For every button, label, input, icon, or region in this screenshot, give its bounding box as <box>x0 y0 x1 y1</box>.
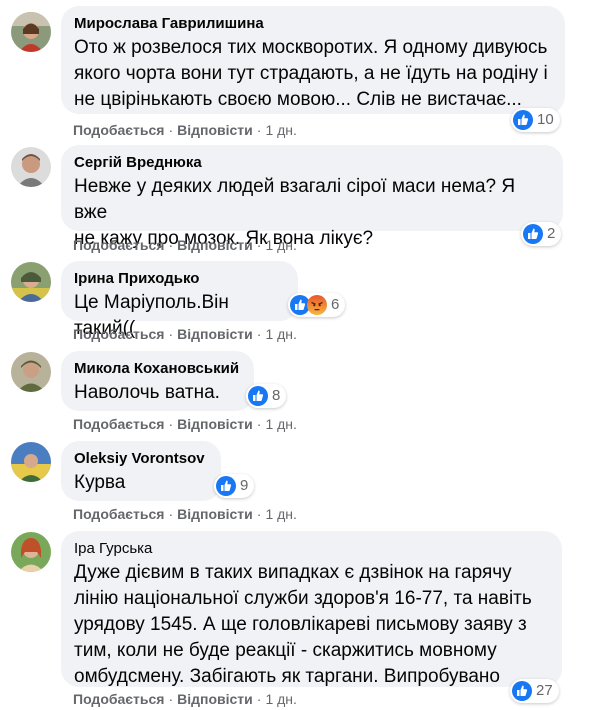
like-icon <box>248 386 268 406</box>
like-button[interactable]: Подобається <box>73 416 164 432</box>
reply-button[interactable]: Відповісти <box>177 237 253 253</box>
reaction-count: 2 <box>547 225 556 242</box>
like-icon <box>512 681 532 701</box>
like-button[interactable]: Подобається <box>73 691 164 707</box>
separator: · <box>168 237 174 253</box>
author-name[interactable]: Ірина Приходько <box>74 269 286 288</box>
comment-actions: Подобається · Відповісти · 1 дн. <box>73 236 297 254</box>
reaction-count: 10 <box>537 111 554 128</box>
timestamp[interactable]: 1 дн. <box>265 416 296 432</box>
comment-line: омбудсмену. Забігають як таргани. Випроб… <box>74 666 500 687</box>
reaction-count: 6 <box>331 296 340 313</box>
separator: · <box>256 691 262 707</box>
comment-bubble: Ірина Приходько Це Маріуполь.Він такий(( <box>61 261 298 339</box>
separator: · <box>256 326 262 342</box>
reply-button[interactable]: Відповісти <box>177 691 253 707</box>
reaction-count: 27 <box>536 682 553 699</box>
separator: · <box>168 416 174 432</box>
author-name[interactable]: Oleksiy Vorontsov <box>74 449 209 468</box>
separator: · <box>168 326 174 342</box>
comment-actions: Подобається · Відповісти · 1 дн. <box>73 325 297 343</box>
timestamp[interactable]: 1 дн. <box>265 326 296 342</box>
timestamp[interactable]: 1 дн. <box>265 237 296 253</box>
avatar[interactable] <box>11 442 51 482</box>
timestamp[interactable]: 1 дн. <box>265 691 296 707</box>
reaction-summary[interactable]: 27 <box>510 679 559 703</box>
author-name[interactable]: Сергій Вреднюка <box>74 153 551 172</box>
separator: · <box>168 122 174 138</box>
author-name[interactable]: Микола Кохановський <box>74 359 242 378</box>
comment-text: Ото ж розвелося тих москворотих. Я одном… <box>74 35 553 113</box>
reply-button[interactable]: Відповісти <box>177 122 253 138</box>
comment-line: не цвірінькають своєю мовою... Слів не в… <box>74 89 522 110</box>
comment-line: Дуже дієвим в таких випадках є дзвінок н… <box>74 562 512 583</box>
reaction-count: 8 <box>272 387 281 404</box>
timestamp[interactable]: 1 дн. <box>265 122 296 138</box>
reaction-summary[interactable]: 6 <box>288 293 346 317</box>
separator: · <box>256 506 262 522</box>
angry-icon <box>307 295 327 315</box>
author-name[interactable]: Мирослава Гаврилишина <box>74 14 553 33</box>
separator: · <box>168 691 174 707</box>
comment-line: Наволочь ватна. <box>74 382 220 403</box>
separator: · <box>256 122 262 138</box>
comment-actions: Подобається · Відповісти · 1 дн. <box>73 505 297 523</box>
like-button[interactable]: Подобається <box>73 506 164 522</box>
comment-line: якого чорта вони тут страдають, а не їду… <box>74 63 548 84</box>
avatar[interactable] <box>11 12 51 52</box>
comment-bubble: Сергій Вреднюка Невже у деяких людей вза… <box>61 145 563 249</box>
reaction-summary[interactable]: 2 <box>521 222 562 246</box>
comment-line: урядову 1545. А ще головлікареві письмов… <box>74 614 527 635</box>
comment-line: тим, коли не буде реакції - скаржитись м… <box>74 640 497 661</box>
comment-bubble: Іра Гурська Дуже дієвим в таких випадках… <box>61 531 562 687</box>
comment-line: Невже у деяких людей взагалі сірої маси … <box>74 176 516 223</box>
reaction-summary[interactable]: 8 <box>246 384 287 408</box>
comment-text: Наволочь ватна. <box>74 380 242 406</box>
separator: · <box>256 237 262 253</box>
like-icon <box>216 476 236 496</box>
separator: · <box>256 416 262 432</box>
comment-actions: Подобається · Відповісти · 1 дн. <box>73 415 297 433</box>
like-button[interactable]: Подобається <box>73 122 164 138</box>
avatar[interactable] <box>11 532 51 572</box>
comment-actions: Подобається · Відповісти · 1 дн. <box>73 121 297 139</box>
comment-bubble: Микола Кохановський Наволочь ватна. <box>61 351 254 411</box>
like-icon <box>513 110 533 130</box>
comment-line: лінію національної служби здоров'я 16-77… <box>74 588 532 609</box>
reply-button[interactable]: Відповісти <box>177 506 253 522</box>
comment-actions: Подобається · Відповісти · 1 дн. <box>73 690 297 708</box>
comment-text: Курва <box>74 470 209 496</box>
reply-button[interactable]: Відповісти <box>177 326 253 342</box>
reaction-summary[interactable]: 9 <box>214 474 255 498</box>
like-button[interactable]: Подобається <box>73 326 164 342</box>
separator: · <box>168 506 174 522</box>
comment-bubble: Oleksiy Vorontsov Курва <box>61 441 221 501</box>
like-icon <box>523 224 543 244</box>
comment-text: Дуже дієвим в таких випадках є дзвінок н… <box>74 560 550 690</box>
avatar[interactable] <box>11 147 51 187</box>
author-name[interactable]: Іра Гурська <box>74 539 550 558</box>
comment-line: Ото ж розвелося тих москворотих. Я одном… <box>74 37 548 58</box>
reply-button[interactable]: Відповісти <box>177 416 253 432</box>
avatar[interactable] <box>11 352 51 392</box>
avatar[interactable] <box>11 262 51 302</box>
timestamp[interactable]: 1 дн. <box>265 506 296 522</box>
comment-line: Курва <box>74 472 126 493</box>
comment-bubble: Мирослава Гаврилишина Ото ж розвелося ти… <box>61 6 565 114</box>
like-button[interactable]: Подобається <box>73 237 164 253</box>
reaction-summary[interactable]: 10 <box>511 108 560 132</box>
reaction-count: 9 <box>240 477 249 494</box>
